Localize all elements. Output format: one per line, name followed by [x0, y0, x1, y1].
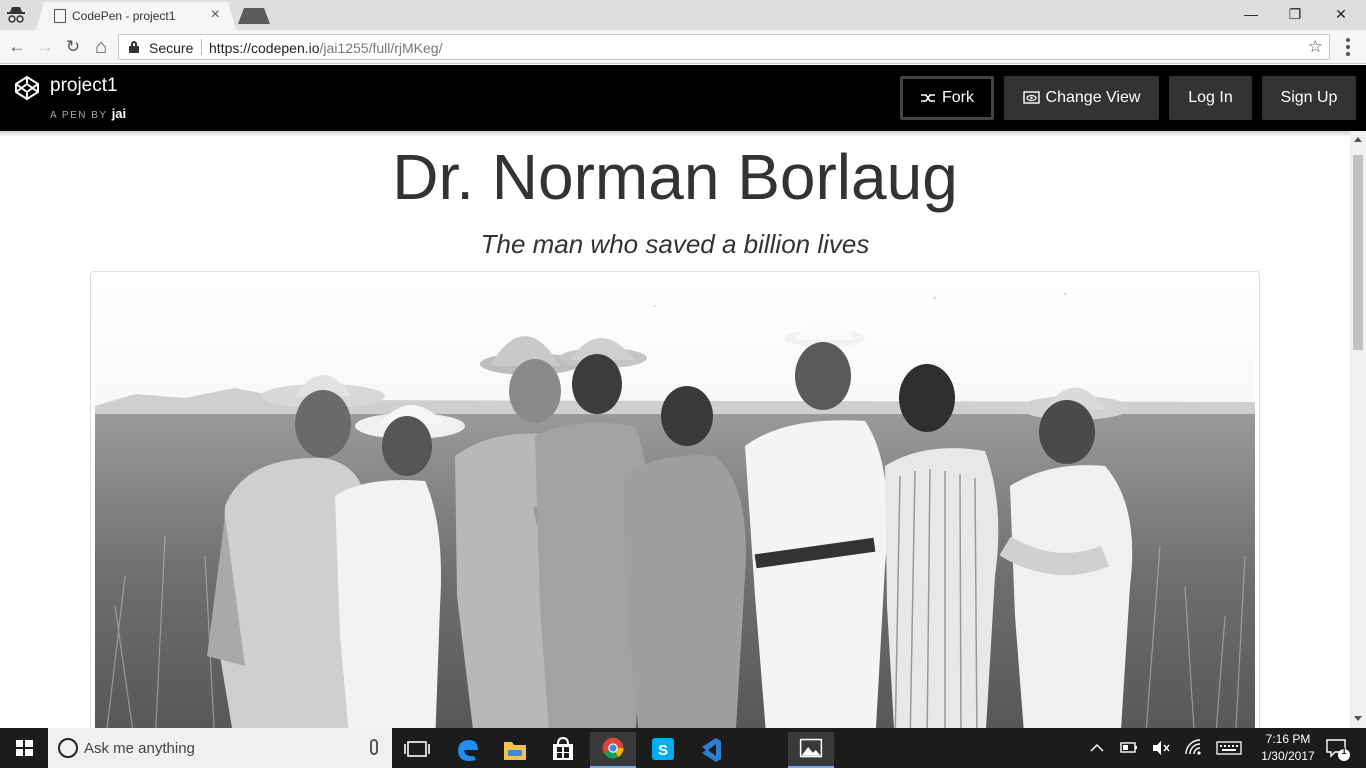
url-path: /jai1255/full/rjMKeg/ [319, 40, 443, 56]
url-text[interactable]: https://codepen.io/jai1255/full/rjMKeg/ [209, 40, 442, 56]
fork-icon [921, 93, 935, 102]
file-explorer-icon[interactable] [492, 732, 538, 768]
url-host: https://codepen.io [209, 40, 320, 56]
tab-title: CodePen - project1 [72, 9, 176, 23]
browser-tab-active[interactable]: CodePen - project1 × [36, 2, 236, 30]
scroll-up-arrow-icon[interactable] [1354, 137, 1362, 142]
incognito-icon [7, 7, 25, 23]
borlaug-group-photo [95, 276, 1255, 728]
windows-taskbar: Ask me anything S 7:16 PM 1/30/2017 1 [0, 728, 1366, 768]
image-thumbnail-frame [90, 271, 1260, 728]
skype-icon[interactable]: S [640, 732, 686, 768]
eye-icon [1022, 91, 1040, 104]
battery-icon[interactable] [1118, 728, 1140, 768]
new-tab-button[interactable] [238, 8, 270, 24]
page-subtitle: The man who saved a billion lives [480, 229, 870, 259]
page-title: Dr. Norman Borlaug [392, 141, 958, 213]
clock-date: 1/30/2017 [1261, 749, 1315, 763]
svg-text:S: S [658, 742, 668, 759]
secure-label: Secure [149, 40, 194, 56]
fork-button[interactable]: Fork [900, 76, 994, 120]
by-prefix: A PEN BY [50, 110, 108, 121]
page-scrollbar[interactable] [1350, 131, 1366, 728]
minimize-button[interactable]: — [1228, 0, 1274, 30]
show-hidden-icons-chevron-icon[interactable] [1088, 728, 1106, 768]
codepen-header: project1 A PEN BY jai Fork Change View L… [0, 65, 1366, 131]
edge-browser-icon[interactable] [444, 732, 490, 768]
system-clock[interactable]: 7:16 PM 1/30/2017 [1256, 731, 1320, 765]
reload-icon[interactable]: ↻ [62, 36, 84, 58]
back-arrow-icon[interactable]: ← [6, 36, 28, 58]
change-view-label: Change View [1045, 89, 1141, 106]
bookmark-star-icon[interactable]: ☆ [1308, 37, 1323, 57]
change-view-button[interactable]: Change View [1004, 76, 1159, 120]
sign-up-button[interactable]: Sign Up [1262, 76, 1356, 120]
lock-icon [129, 41, 139, 53]
wifi-icon[interactable] [1182, 728, 1204, 768]
omnibox-divider [201, 39, 202, 55]
task-view-icon[interactable] [394, 732, 440, 768]
microphone-icon[interactable] [370, 739, 378, 755]
restore-button[interactable]: ❐ [1272, 0, 1318, 30]
forward-arrow-icon[interactable]: → [34, 36, 56, 58]
pen-preview: Dr. Norman Borlaug The man who saved a b… [0, 131, 1350, 728]
cortana-search-box[interactable]: Ask me anything [48, 728, 392, 768]
fork-label: Fork [942, 89, 974, 106]
scroll-down-arrow-icon[interactable] [1354, 716, 1362, 721]
home-icon[interactable]: ⌂ [90, 36, 112, 58]
chrome-icon[interactable] [590, 732, 636, 768]
photos-app-icon[interactable] [788, 732, 834, 768]
keyboard-icon[interactable] [1214, 728, 1244, 768]
header-shadow [0, 131, 1350, 137]
vscode-icon[interactable] [688, 732, 734, 768]
windows-start-icon[interactable] [0, 728, 48, 768]
close-window-button[interactable]: ✕ [1318, 0, 1364, 30]
log-in-button[interactable]: Log In [1169, 76, 1252, 120]
pen-author-line: A PEN BY jai [50, 106, 126, 121]
browser-toolbar: ← → ↻ ⌂ Secure https://codepen.io/jai125… [0, 30, 1366, 64]
codepen-logo-icon[interactable] [14, 75, 40, 101]
pen-title: project1 [50, 75, 118, 96]
chrome-menu-icon[interactable] [1346, 38, 1350, 56]
page-favicon-icon [54, 9, 66, 23]
cortana-icon [58, 738, 78, 758]
notification-count: 1 [1341, 746, 1347, 756]
scroll-thumb[interactable] [1353, 155, 1363, 350]
volume-muted-icon[interactable] [1150, 728, 1172, 768]
tab-close-icon[interactable]: × [211, 6, 220, 24]
store-icon[interactable] [540, 732, 586, 768]
browser-tab-strip: CodePen - project1 × — ❐ ✕ [0, 0, 1366, 30]
address-bar[interactable]: Secure https://codepen.io/jai1255/full/r… [118, 34, 1330, 60]
search-placeholder: Ask me anything [84, 740, 195, 757]
clock-time: 7:16 PM [1265, 732, 1311, 746]
author-link[interactable]: jai [112, 106, 126, 121]
